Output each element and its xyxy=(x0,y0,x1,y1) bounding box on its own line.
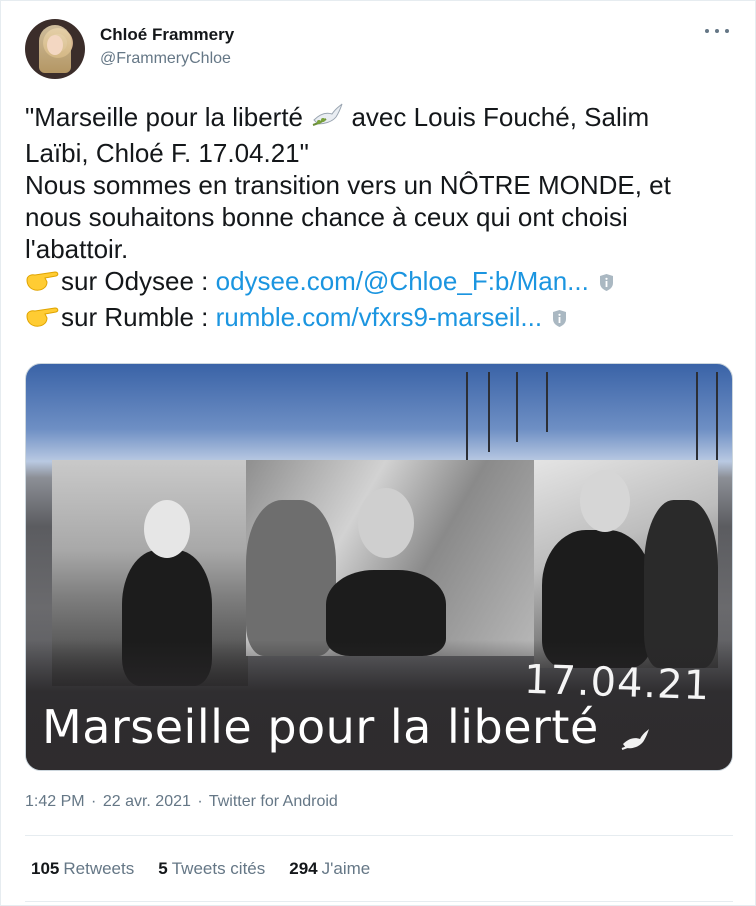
avatar[interactable] xyxy=(25,19,85,79)
rumble-link[interactable]: rumble.com/vfxrs9-marseil... xyxy=(216,302,543,332)
info-shield-icon[interactable] xyxy=(552,302,567,327)
person-head xyxy=(144,500,190,558)
retweets-stat[interactable]: 105 Retweets xyxy=(31,859,134,879)
media-title-overlay: Marseille pour la liberté xyxy=(42,700,599,754)
quote-tweets-stat[interactable]: 5 Tweets cités xyxy=(158,859,265,879)
photo-panel-speaker-man-2 xyxy=(534,460,718,668)
odysee-line: sur Odysee : odysee.com/@Chloe_F:b/Man..… xyxy=(25,265,725,301)
tweet-source[interactable]: Twitter for Android xyxy=(209,793,338,810)
more-dot xyxy=(715,29,719,33)
quotes-label: Tweets cités xyxy=(171,859,266,878)
pointing-right-hand-icon xyxy=(25,304,61,337)
dove-icon xyxy=(620,728,650,754)
more-options-icon[interactable] xyxy=(705,23,729,39)
tweet-text-segment: avec Louis Fouché, Salim xyxy=(344,102,650,132)
tweet-line-2: Laïbi, Chloé F. 17.04.21" xyxy=(25,138,309,168)
more-dot xyxy=(725,29,729,33)
pointing-right-hand-icon xyxy=(25,268,61,301)
author-handle[interactable]: @FrammeryChloe xyxy=(100,48,234,70)
info-shield-icon[interactable] xyxy=(599,266,614,291)
tweet-time[interactable]: 1:42 PM xyxy=(25,793,85,810)
tweet-text: "Marseille pour la liberté avec Louis Fo… xyxy=(25,101,725,337)
odysee-link[interactable]: odysee.com/@Chloe_F:b/Man... xyxy=(216,266,589,296)
retweets-count: 105 xyxy=(31,859,60,878)
author-names: Chloé Frammery @FrammeryChloe xyxy=(100,25,234,70)
rumble-prefix: sur Rumble : xyxy=(61,302,216,332)
divider xyxy=(25,901,733,902)
mast-decoration xyxy=(546,372,548,432)
odysee-prefix: sur Odysee : xyxy=(61,266,216,296)
tweet-line-5: l'abattoir. xyxy=(25,234,129,264)
meta-separator: · xyxy=(197,793,203,810)
tweet-meta: 1:42 PM · 22 avr. 2021 · Twitter for And… xyxy=(25,793,338,811)
person-head xyxy=(580,470,630,532)
avatar-face xyxy=(47,35,63,55)
mast-decoration xyxy=(466,372,468,462)
rumble-line: sur Rumble : rumble.com/vfxrs9-marseil..… xyxy=(25,301,725,337)
tweet-header: Chloé Frammery @FrammeryChloe xyxy=(25,19,735,81)
likes-label: J'aime xyxy=(321,859,371,878)
tweet-line-4: nous souhaitons bonne chance à ceux qui … xyxy=(25,202,628,232)
tweet-date[interactable]: 22 avr. 2021 xyxy=(103,793,191,810)
tweet-text-segment: "Marseille pour la liberté xyxy=(25,102,311,132)
mast-decoration xyxy=(516,372,518,442)
tweet-stats: 105 Retweets 5 Tweets cités 294 J'aime xyxy=(31,859,370,879)
more-dot xyxy=(705,29,709,33)
tweet-card: Chloé Frammery @FrammeryChloe "Marseille… xyxy=(0,0,756,906)
retweets-label: Retweets xyxy=(63,859,135,878)
divider xyxy=(25,835,733,836)
quotes-count: 5 xyxy=(158,859,168,878)
dove-icon xyxy=(310,102,344,137)
likes-stat[interactable]: 294 J'aime xyxy=(289,859,370,879)
likes-count: 294 xyxy=(289,859,318,878)
mast-decoration xyxy=(488,372,490,452)
meta-separator: · xyxy=(91,793,97,810)
tweet-line-1: "Marseille pour la liberté avec Louis Fo… xyxy=(25,101,725,137)
photo-panel-speaker-man xyxy=(246,460,534,656)
person-head xyxy=(358,488,414,558)
mast-decoration xyxy=(716,372,718,472)
person-silhouette xyxy=(246,500,336,656)
tweet-line-3: Nous sommes en transition vers un NÔTRE … xyxy=(25,170,671,200)
author-display-name[interactable]: Chloé Frammery xyxy=(100,25,234,45)
tweet-media-image[interactable]: 17.04.21 Marseille pour la liberté xyxy=(25,363,733,771)
mast-decoration xyxy=(696,372,698,468)
